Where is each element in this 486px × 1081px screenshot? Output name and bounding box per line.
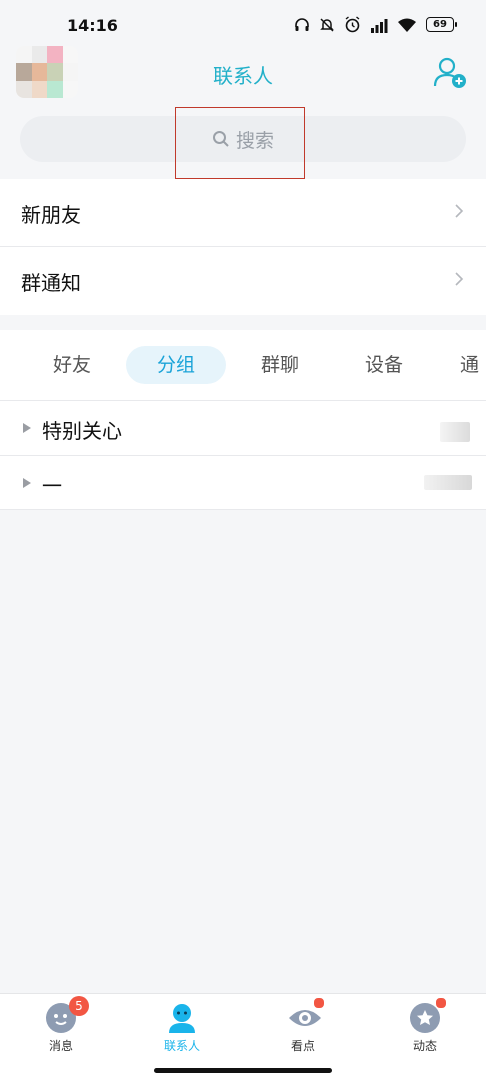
group-row-one[interactable]: 一 — [0, 456, 486, 510]
mute-bell-icon — [320, 17, 334, 32]
chevron-right-icon — [455, 272, 464, 286]
tab-more[interactable]: 通 — [460, 346, 486, 384]
nav-messages[interactable]: 5 消息 — [21, 996, 101, 1054]
group-count-blurred — [424, 475, 472, 490]
divider — [0, 509, 486, 510]
expand-arrow-icon — [23, 478, 31, 488]
nav-watch[interactable]: 看点 — [263, 997, 343, 1054]
group-label: 特别关心 — [42, 419, 122, 443]
contact-tabs: 好友 分组 群聊 设备 通 — [0, 330, 486, 400]
new-friends-row[interactable]: 新朋友 — [0, 179, 486, 247]
group-row-special[interactable]: 特别关心 — [0, 401, 486, 455]
tab-groups[interactable]: 分组 — [126, 346, 226, 384]
battery-indicator: 69 — [426, 17, 457, 32]
nav-contacts[interactable]: 联系人 — [142, 1002, 222, 1054]
nav-label: 联系人 — [163, 1039, 200, 1053]
search-icon — [212, 131, 229, 147]
group-count-blurred — [440, 422, 470, 442]
new-friends-label: 新朋友 — [21, 202, 81, 227]
wifi-icon — [398, 18, 416, 32]
tab-friends[interactable]: 好友 — [36, 346, 108, 384]
search-placeholder: 搜索 — [235, 129, 274, 152]
chevron-right-icon — [455, 204, 464, 218]
nav-moments[interactable]: 动态 — [385, 997, 465, 1054]
tab-group-chats[interactable]: 群聊 — [244, 346, 316, 384]
page-title: 联系人 — [213, 64, 273, 88]
nav-label: 动态 — [412, 1039, 437, 1053]
headphones-icon — [295, 17, 309, 31]
search-bar[interactable]: 搜索 — [20, 116, 466, 162]
status-time: 14:16 — [67, 16, 118, 35]
nav-label: 看点 — [290, 1039, 315, 1053]
group-label: 一 — [42, 474, 62, 498]
header: 联系人 — [0, 40, 486, 104]
group-notice-row[interactable]: 群通知 — [0, 247, 486, 315]
add-contact-icon[interactable] — [432, 54, 468, 90]
status-icons: 69 — [294, 16, 457, 33]
moments-dot — [435, 997, 447, 1009]
tab-devices[interactable]: 设备 — [348, 346, 420, 384]
watch-dot — [313, 997, 325, 1009]
expand-arrow-icon — [23, 423, 31, 433]
message-badge: 5 — [69, 996, 89, 1016]
group-notice-label: 群通知 — [21, 270, 81, 295]
home-indicator[interactable] — [154, 1068, 332, 1073]
contacts-icon — [169, 1004, 195, 1033]
signal-icon — [371, 18, 388, 33]
alarm-icon — [345, 16, 360, 33]
nav-label: 消息 — [48, 1039, 73, 1053]
